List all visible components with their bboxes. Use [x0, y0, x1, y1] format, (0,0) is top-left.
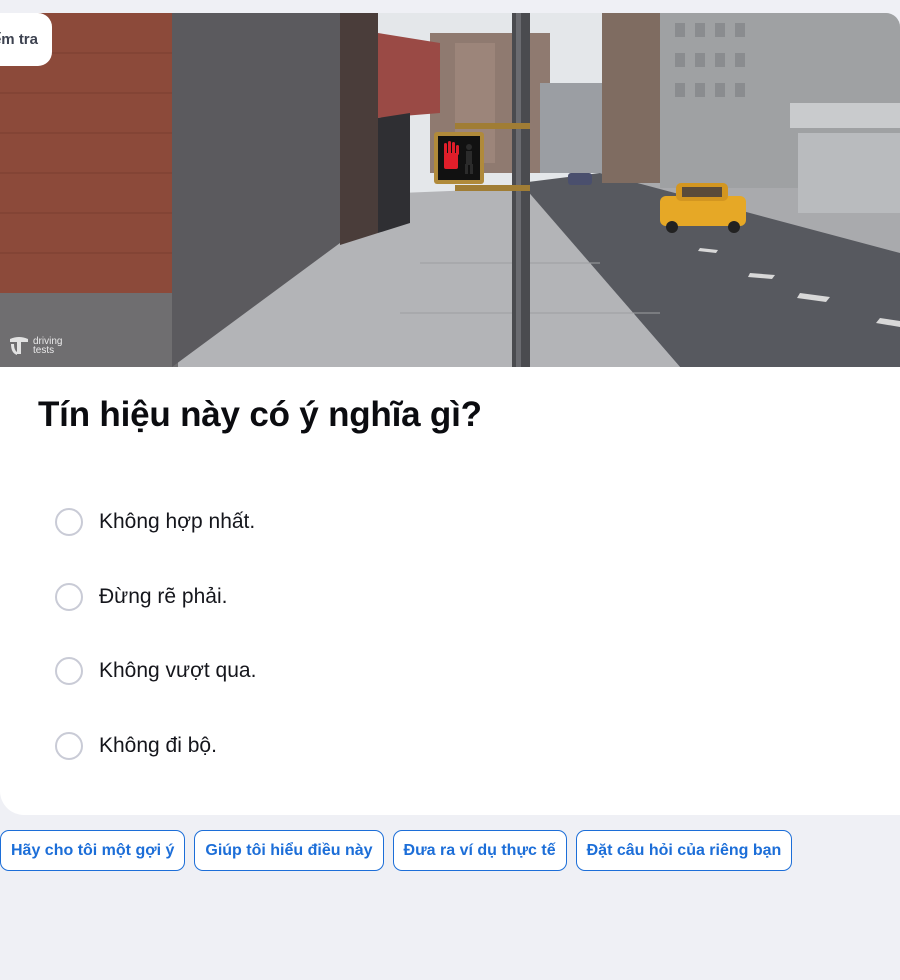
section-tag: Kiểm tra: [0, 13, 52, 66]
suggestion-chips: Hãy cho tôi một gợi ý Giúp tôi hiểu điều…: [0, 830, 801, 871]
steering-wheel-icon: [10, 337, 28, 355]
answer-option-label: Không hợp nhất.: [99, 510, 256, 533]
drivingtests-logo: driving tests: [8, 336, 62, 356]
radio-button[interactable]: [55, 731, 83, 760]
radio-button[interactable]: [55, 508, 83, 536]
answer-option-3[interactable]: Không vượt qua.: [55, 654, 256, 688]
answer-option-2[interactable]: Đừng rẽ phải.: [55, 580, 256, 614]
section-tag-label: Kiểm tra: [0, 31, 38, 48]
question-image: [0, 13, 900, 367]
real-example-chip[interactable]: Đưa ra ví dụ thực tế: [392, 830, 567, 871]
explain-chip[interactable]: Giúp tôi hiểu điều này: [194, 830, 384, 871]
answer-option-label: Đừng rẽ phải.: [99, 584, 228, 608]
ask-own-question-chip[interactable]: Đặt câu hỏi của riêng bạn: [575, 830, 793, 871]
answer-options: Không hợp nhất. Đừng rẽ phải. Không vượt…: [55, 505, 256, 803]
answer-option-label: Không đi bộ.: [99, 733, 217, 757]
answer-option-label: Không vượt qua.: [99, 659, 257, 682]
answer-option-1[interactable]: Không hợp nhất.: [55, 505, 256, 539]
answer-option-4[interactable]: Không đi bộ.: [55, 729, 256, 763]
hint-chip[interactable]: Hãy cho tôi một gợi ý: [0, 830, 186, 871]
radio-button[interactable]: [55, 582, 83, 611]
watermark-line2: tests: [33, 345, 55, 356]
radio-button[interactable]: [55, 657, 83, 685]
question-title: Tín hiệu này có ý nghĩa gì?: [38, 395, 482, 434]
